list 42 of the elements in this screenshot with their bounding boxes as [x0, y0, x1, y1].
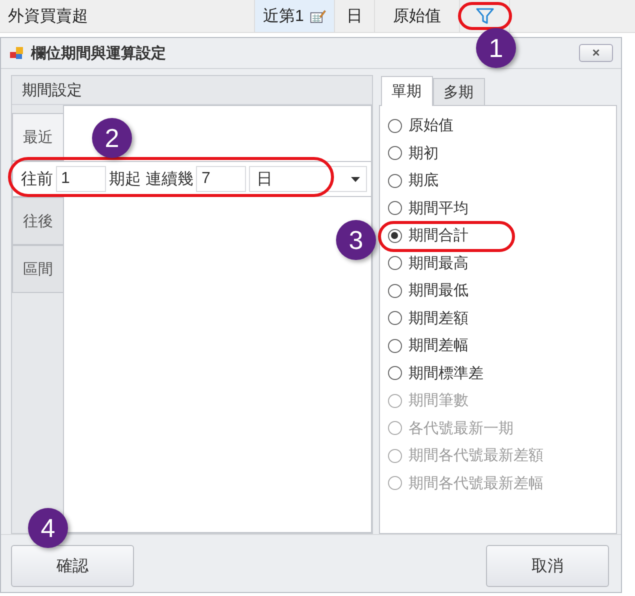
- close-button[interactable]: ×: [579, 44, 613, 62]
- radio-option[interactable]: 期間合計: [388, 222, 616, 250]
- tab[interactable]: 多期: [432, 78, 485, 105]
- tab[interactable]: 單期: [380, 76, 433, 106]
- side-tab[interactable]: 往後: [12, 197, 63, 245]
- radio-option[interactable]: 原始值: [388, 112, 616, 140]
- cancel-button[interactable]: 取消: [486, 545, 609, 587]
- radio-option[interactable]: 期間差額: [388, 304, 616, 332]
- field-name: 外資買賣超: [8, 6, 88, 26]
- count-input[interactable]: 7: [196, 166, 246, 192]
- window-title: 欄位期間與運算設定: [31, 44, 166, 62]
- radio-option[interactable]: 期底: [388, 167, 616, 194]
- radio-button[interactable]: [388, 256, 402, 270]
- radio-button[interactable]: [388, 146, 402, 160]
- offset-input[interactable]: 1: [56, 166, 106, 192]
- unit-dropdown[interactable]: 日: [249, 166, 367, 192]
- side-tab[interactable]: 最近: [12, 113, 63, 161]
- radio-option[interactable]: 期間最高: [388, 250, 616, 277]
- radio-button[interactable]: [388, 228, 402, 243]
- edit-icon[interactable]: [310, 7, 326, 25]
- radio-option[interactable]: 期間平均: [388, 194, 616, 222]
- radio-option[interactable]: 期間標準差: [388, 360, 616, 387]
- radio-button[interactable]: [388, 366, 402, 380]
- filter-icon[interactable]: [474, 6, 494, 26]
- radio-button[interactable]: [388, 311, 402, 326]
- radio-option[interactable]: 期初: [388, 140, 616, 167]
- radio-button[interactable]: [388, 338, 402, 353]
- field-label: 往前: [21, 170, 53, 190]
- side-tab[interactable]: 區間: [12, 245, 63, 293]
- unit-value: 日: [346, 6, 362, 26]
- calc-value: 原始值: [393, 6, 441, 26]
- field-label: 期起 連續幾: [109, 170, 194, 190]
- caret-icon: [350, 176, 360, 182]
- period-value: 近第1: [263, 6, 304, 26]
- radio-option[interactable]: 期間最低: [388, 277, 616, 304]
- radio-button[interactable]: [388, 118, 402, 133]
- confirm-button[interactable]: 確認: [11, 545, 134, 587]
- radio-button[interactable]: [388, 201, 402, 216]
- app-icon: [9, 45, 25, 61]
- radio-option[interactable]: 期間差幅: [388, 332, 616, 360]
- radio-button[interactable]: [388, 174, 402, 188]
- radio-button[interactable]: [388, 284, 402, 298]
